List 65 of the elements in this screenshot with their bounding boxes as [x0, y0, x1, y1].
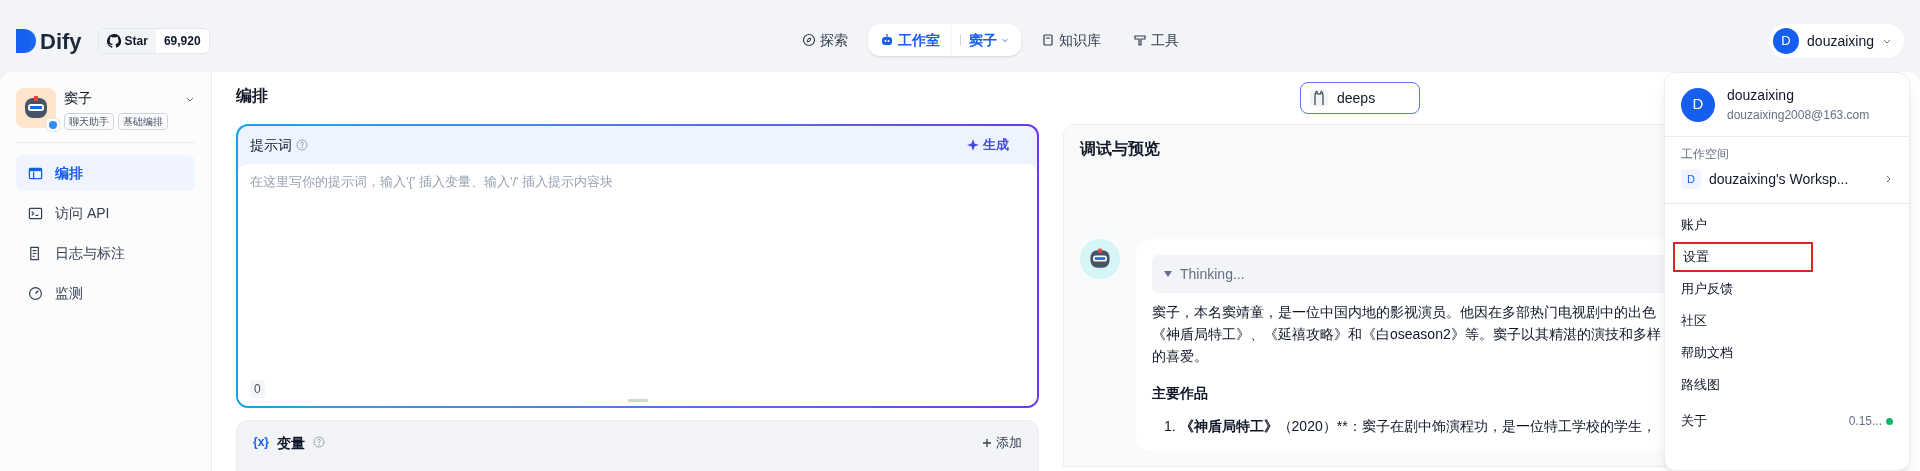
nav-tab[interactable]: 工具: [1121, 24, 1191, 56]
sparkle-icon: [967, 139, 979, 151]
terminal-icon: [28, 205, 43, 221]
model-selector[interactable]: deeps: [1300, 82, 1420, 114]
paragraph-line: 的喜爱。: [1152, 347, 1208, 366]
workspace-avatar: D: [1681, 169, 1701, 189]
nav-tab[interactable]: 探索: [790, 24, 860, 56]
prompt-title: 提示词: [250, 135, 292, 155]
sidebar-item[interactable]: 日志与标注: [16, 235, 195, 271]
model-name: deeps: [1337, 88, 1376, 108]
user-email: douzaixing2008@163.com: [1727, 107, 1870, 124]
layout-icon: [28, 165, 43, 181]
section-heading: 主要作品: [1152, 384, 1208, 403]
help-icon: [296, 139, 308, 151]
generate-button[interactable]: 生成: [967, 135, 1009, 155]
sidebar-item[interactable]: 监测: [16, 275, 195, 311]
menu-item[interactable]: 账户: [1673, 210, 1901, 240]
star-count: 69,920: [162, 33, 202, 50]
variable-icon: {x}: [253, 433, 269, 451]
nav-tab[interactable]: 工作室: [868, 24, 952, 56]
prompt-input[interactable]: 在这里写你的提示词，输入'{' 插入变量、输入'/' 插入提示内容块 0: [238, 164, 1037, 406]
menu-item[interactable]: 帮助文档: [1673, 338, 1901, 368]
menu-item[interactable]: 设置: [1673, 242, 1813, 272]
app-name: 窦子: [64, 89, 92, 108]
page-title: 编排: [236, 86, 268, 106]
logo-icon: [16, 29, 36, 53]
resize-handle[interactable]: [628, 399, 648, 402]
character-count: 0: [250, 380, 265, 398]
github-icon: [106, 34, 121, 48]
star-label: Star: [124, 33, 148, 50]
user-menu-button[interactable]: D douzaixing: [1769, 24, 1904, 58]
prompt-textarea[interactable]: 在这里写你的提示词，输入'{' 插入变量、输入'/' 插入提示内容块: [250, 172, 1025, 380]
avatar: D: [1681, 87, 1715, 122]
user-name: douzaixing: [1727, 86, 1795, 105]
app-tag: 聊天助手: [64, 113, 114, 130]
book-icon: [1041, 33, 1055, 47]
compass-icon: [802, 33, 816, 47]
status-dot: [1886, 417, 1893, 425]
sidebar-item[interactable]: 访问 API: [16, 195, 195, 231]
variables-title: 变量: [277, 434, 305, 453]
workspace-name: douzaixing's Worksp...: [1709, 169, 1849, 189]
robot-icon: [880, 33, 894, 47]
workspace-item[interactable]: D douzaixing's Worksp...: [1673, 163, 1901, 195]
avatar: D: [1773, 28, 1800, 54]
user-name: douzaixing: [1807, 31, 1874, 51]
gauge-icon: [28, 285, 43, 301]
preview-title: 调试与预览: [1080, 139, 1160, 159]
nav-tab[interactable]: 知识库: [1029, 24, 1113, 56]
logo-text[interactable]: Dify: [40, 24, 82, 58]
paragraph-line: 窦子，本名窦靖童，是一位中国内地的影视演员。他因在多部热门电视剧中的出色: [1152, 303, 1656, 322]
add-button[interactable]: 添加: [982, 433, 1022, 453]
about-item[interactable]: 关于 0.15...: [1673, 406, 1901, 436]
app-tag: 基础编排: [118, 113, 168, 130]
chevron-down-icon: [1001, 36, 1009, 44]
plus-icon: [982, 437, 992, 448]
paragraph-line: 《神盾局特工》、《延禧攻略》和《白oseason2》等。窦子以其精湛的演技和多样: [1152, 325, 1661, 344]
menu-item[interactable]: 社区: [1673, 306, 1901, 336]
section-label: 工作空间: [1680, 146, 1730, 163]
help-icon: [313, 436, 325, 448]
menu-item[interactable]: 路线图: [1673, 370, 1901, 400]
github-star-button[interactable]: Star 69,920: [97, 28, 210, 54]
list-item: 1. 《神盾局特工》（2020）**：窦子在剧中饰演程功，是一位特工学校的学生，: [1164, 417, 1656, 436]
sidebar-item[interactable]: 编排: [16, 155, 195, 191]
bot-avatar: [1080, 239, 1120, 279]
triangle-icon: [1164, 270, 1172, 278]
